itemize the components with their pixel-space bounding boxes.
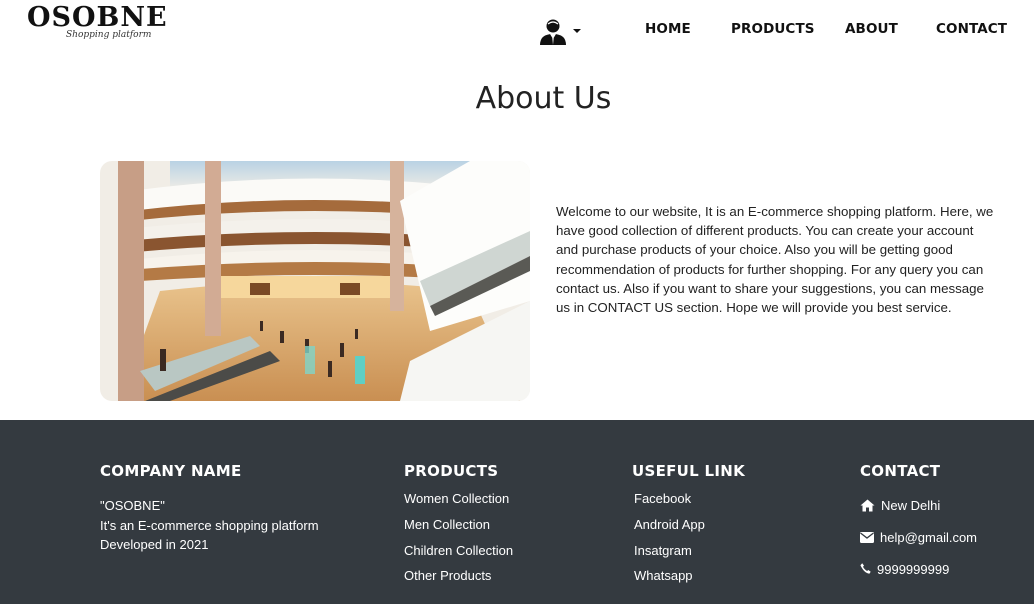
footer-link-women-collection[interactable]: Women Collection xyxy=(404,489,509,509)
nav-home[interactable]: HOME xyxy=(645,21,691,37)
brand-logo[interactable]: OSOBNE Shopping platform xyxy=(27,3,167,45)
footer-company-heading: COMPANY NAME xyxy=(100,462,242,480)
brand-tagline: Shopping platform xyxy=(66,30,152,40)
nav-contact[interactable]: CONTACT xyxy=(936,21,1007,37)
footer-company-year: Developed in 2021 xyxy=(100,537,209,552)
footer-link-instagram[interactable]: Insatgram xyxy=(634,541,692,561)
footer-company-desc: It's an E-commerce shopping platform xyxy=(100,518,319,533)
footer-contact-heading: CONTACT xyxy=(860,462,941,480)
footer-link-children-collection[interactable]: Children Collection xyxy=(404,541,513,561)
footer-products-heading: PRODUCTS xyxy=(404,462,499,480)
contact-address: New Delhi xyxy=(881,498,941,513)
page-title: About Us xyxy=(475,81,612,116)
footer-useful-heading: USEFUL LINK xyxy=(632,462,746,480)
chevron-down-icon xyxy=(573,29,581,33)
brand-name: OSOBNE xyxy=(27,2,168,33)
about-description: Welcome to our website, It is an E-comme… xyxy=(556,204,994,316)
footer: COMPANY NAME "OSOBNE" It's an E-commerce… xyxy=(0,420,1034,604)
contact-phone: 9999999999 xyxy=(877,562,950,577)
footer-link-whatsapp[interactable]: Whatsapp xyxy=(634,566,693,586)
phone-icon xyxy=(860,563,871,574)
home-icon xyxy=(860,499,875,512)
nav-about[interactable]: ABOUT xyxy=(845,21,898,37)
navbar: OSOBNE Shopping platform HOME PRODUCTS A… xyxy=(0,0,1034,62)
footer-link-facebook[interactable]: Facebook xyxy=(634,489,691,509)
about-image xyxy=(100,161,530,401)
nav-products[interactable]: PRODUCTS xyxy=(731,21,815,37)
user-icon xyxy=(540,19,566,45)
footer-link-men-collection[interactable]: Men Collection xyxy=(404,515,490,535)
footer-link-android-app[interactable]: Android App xyxy=(634,515,705,535)
user-dropdown-toggle[interactable] xyxy=(539,18,581,45)
contact-email[interactable]: help@gmail.com xyxy=(880,528,977,548)
footer-link-other-products[interactable]: Other Products xyxy=(404,566,491,586)
footer-company-name: "OSOBNE" xyxy=(100,498,165,513)
envelope-icon xyxy=(860,532,874,543)
